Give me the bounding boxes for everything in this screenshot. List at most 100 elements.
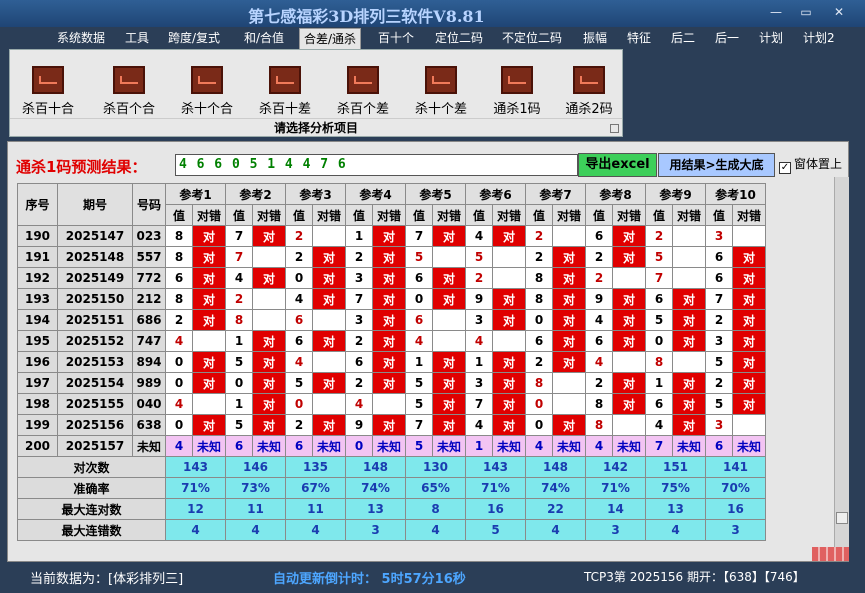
menu-item-4[interactable]: 合差/通杀	[299, 28, 362, 50]
ref-result-cell: 对	[492, 414, 526, 436]
table-row[interactable]: 190 2025147 023 8 对 7 对 2 1 对 7 对 4 对 2 6 对 2 3	[17, 225, 766, 247]
ribbon-button-label: 杀百个差	[336, 102, 389, 117]
ref-result-cell: 对	[732, 246, 766, 268]
header-result: 对错	[252, 204, 286, 226]
ref-result-cell: 对	[372, 414, 406, 436]
ref-value-cell: 7	[405, 225, 433, 247]
table-row[interactable]: 195 2025152 747 4 1 对 6 对 2 对 4 4 6 对 6 对 0 对 3 对	[17, 330, 766, 352]
ribbon-button-label: 杀十个差	[414, 102, 467, 117]
menu-item-8[interactable]: 振幅	[583, 30, 607, 48]
menu-bar: 系统数据 工具 跨度/复式 和/合值 合差/通杀 百十个 定位二码 不定位二码 振幅 特征 后二 后一…	[0, 27, 865, 50]
export-excel-button[interactable]: 导出excel	[578, 153, 657, 177]
ref-value-cell: 0	[345, 435, 373, 457]
table-row[interactable]: 196 2025153 894 0 对 5 对 4 6 对 1 对 1 对 2 对 4 8 5 对	[17, 351, 766, 373]
stat-value: 14	[585, 498, 646, 520]
ref-value-cell: 8	[585, 393, 613, 415]
ref-result-cell	[312, 309, 346, 331]
ref-value-cell: 1	[405, 351, 433, 373]
ribbon-launcher-icon[interactable]	[610, 124, 619, 133]
analysis-table: 序号 期号 号码 参考1 参考2 参考3 参考4 参考5 参考6 参考7 参考8 参考9 参考10 值对错…	[17, 183, 766, 541]
ref-value-cell: 3	[345, 267, 373, 289]
ribbon-button-4[interactable]: 杀百个差	[333, 66, 393, 117]
ref-result-cell: 对	[192, 372, 226, 394]
stat-value: 71%	[465, 477, 526, 499]
table-row[interactable]: 194 2025151 686 2 对 8 6 3 对 6 3 对 0 对 4 对 5 对 2 对	[17, 309, 766, 331]
header-value: 值	[285, 204, 313, 226]
ref-value-cell: 6	[165, 267, 193, 289]
ref-result-cell: 未知	[432, 435, 466, 457]
ref-result-cell	[192, 330, 226, 352]
ref-result-cell: 对	[252, 267, 286, 289]
menu-item-13[interactable]: 计划2	[803, 30, 835, 48]
minimize-button[interactable]: —	[765, 4, 787, 20]
menu-item-5[interactable]: 百十个	[378, 30, 414, 48]
menu-item-3[interactable]: 和/合值	[244, 30, 284, 48]
ref-value-cell: 2	[525, 225, 553, 247]
ref-result-cell: 对	[492, 351, 526, 373]
table-row[interactable]: 199 2025156 638 0 对 5 对 2 对 9 对 7 对 4 对 0 对 8 4 对 3	[17, 414, 766, 436]
table-row[interactable]: 191 2025148 557 8 对 7 2 对 2 对 5 5 2 对 2 对 5 6 对	[17, 246, 766, 268]
ribbon-button-6[interactable]: 通杀1码	[487, 66, 547, 117]
ref-value-cell: 7	[405, 414, 433, 436]
ref-result-cell: 对	[252, 330, 286, 352]
chart-line-icon	[573, 66, 605, 94]
ref-result-cell	[552, 225, 586, 247]
ref-value-cell: 2	[705, 372, 733, 394]
ref-result-cell	[192, 393, 226, 415]
menu-item-6[interactable]: 定位二码	[435, 30, 483, 48]
table-row[interactable]: 192 2025149 772 6 对 4 对 0 对 3 对 6 对 2 8 对 2 7 6 对	[17, 267, 766, 289]
stat-value: 3	[585, 519, 646, 541]
table-row[interactable]: 193 2025150 212 8 对 2 4 对 7 对 0 对 9 对 8 对 9 对 6 对 7 对	[17, 288, 766, 310]
scroll-thumb[interactable]	[836, 512, 848, 524]
ref-value-cell: 6	[705, 246, 733, 268]
ref-value-cell: 7	[225, 246, 253, 268]
main-panel: 通杀1码预测结果： 4 6 6 0 5 1 4 4 7 6 导出excel 用结…	[7, 141, 849, 562]
menu-item-2[interactable]: 跨度/复式	[168, 30, 220, 48]
menu-item-1[interactable]: 工具	[125, 30, 149, 48]
table-row[interactable]: 197 2025154 989 0 对 0 对 5 对 2 对 5 对 3 对 8 2 对 1 对 2 对	[17, 372, 766, 394]
ref-result-cell: 对	[432, 393, 466, 415]
row-period: 2025152	[57, 330, 133, 352]
table-row-future[interactable]: 200 2025157 未知 4 未知 6 未知 6 未知 0 未知 5 未知 1 未知 4 未知 4 未知 7 未知 6…	[17, 435, 766, 457]
window-ontop-checkbox[interactable]: ✓ 窗体置上	[779, 155, 842, 174]
ref-value-cell: 8	[645, 351, 673, 373]
stat-value: 22	[525, 498, 586, 520]
row-index: 193	[17, 288, 58, 310]
maximize-button[interactable]: ▭	[795, 4, 817, 20]
ref-result-cell: 对	[612, 225, 646, 247]
header-ref-7: 参考7	[525, 183, 586, 205]
ribbon-button-0[interactable]: 杀百十合	[18, 66, 78, 117]
ribbon-button-5[interactable]: 杀十个差	[411, 66, 471, 117]
menu-item-0[interactable]: 系统数据	[57, 30, 105, 48]
ref-result-cell: 对	[552, 267, 586, 289]
ref-result-cell: 对	[612, 330, 646, 352]
title-bar: 第七感福彩3D排列三软件V8.81 — ▭ ✕	[0, 0, 865, 27]
close-button[interactable]: ✕	[828, 4, 850, 20]
table-row[interactable]: 198 2025155 040 4 1 对 0 4 5 对 7 对 0 8 对 6 对 5 对	[17, 393, 766, 415]
ref-result-cell: 未知	[612, 435, 646, 457]
menu-item-10[interactable]: 后二	[671, 30, 695, 48]
ref-result-cell	[432, 330, 466, 352]
ribbon-button-7[interactable]: 通杀2码	[559, 66, 619, 117]
row-period: 2025153	[57, 351, 133, 373]
stat-value: 65%	[405, 477, 466, 499]
stat-value: 3	[345, 519, 406, 541]
vertical-scrollbar[interactable]	[834, 177, 849, 551]
ribbon-button-1[interactable]: 杀百个合	[99, 66, 159, 117]
ribbon-button-2[interactable]: 杀十个合	[177, 66, 237, 117]
menu-item-11[interactable]: 后一	[715, 30, 739, 48]
stat-value: 5	[465, 519, 526, 541]
stat-value: 12	[165, 498, 226, 520]
ref-result-cell: 对	[252, 225, 286, 247]
prediction-result-field[interactable]: 4 6 6 0 5 1 4 4 7 6	[175, 154, 578, 176]
ontop-label: 窗体置上	[794, 157, 843, 171]
menu-item-12[interactable]: 计划	[759, 30, 783, 48]
ribbon-button-3[interactable]: 杀百十差	[255, 66, 315, 117]
generate-base-button[interactable]: 用结果>生成大底	[658, 153, 775, 177]
ref-result-cell: 对	[552, 288, 586, 310]
stat-value: 75%	[645, 477, 706, 499]
menu-item-7[interactable]: 不定位二码	[502, 30, 562, 48]
menu-item-9[interactable]: 特征	[627, 30, 651, 48]
checkbox-check-icon[interactable]: ✓	[779, 162, 791, 174]
row-period: 2025156	[57, 414, 133, 436]
